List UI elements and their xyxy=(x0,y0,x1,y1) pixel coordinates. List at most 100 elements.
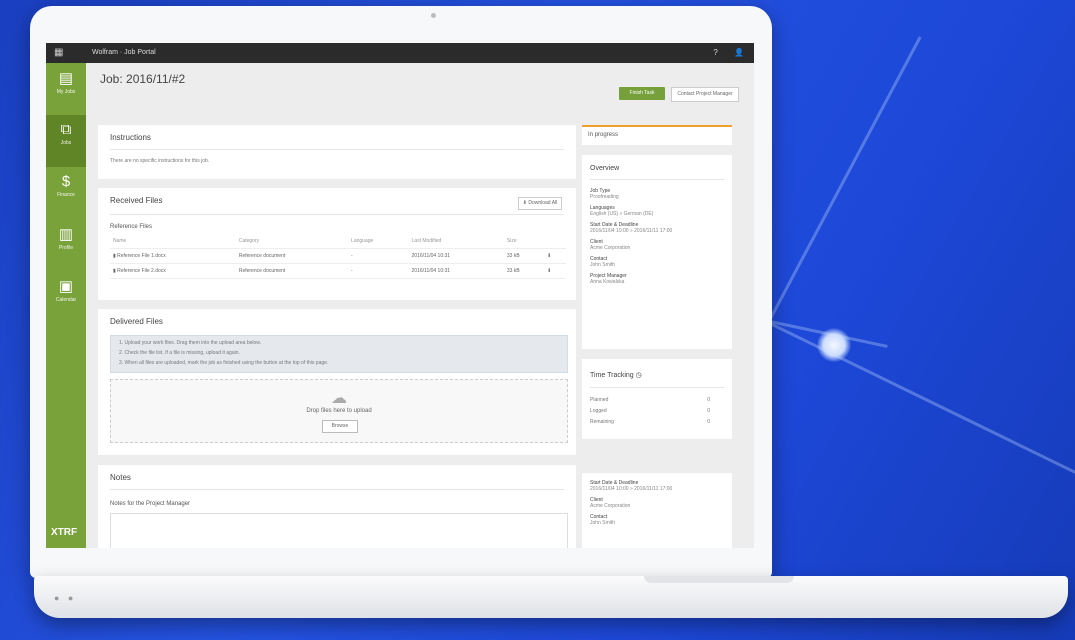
field-value: Proofreading xyxy=(590,194,619,200)
column-header: Name xyxy=(110,234,236,249)
details-card: Start Date & Deadline 2016/11/04 10:00 »… xyxy=(582,473,732,548)
file-modified: 2016/11/04 10:31 xyxy=(408,248,504,264)
table-header: Name Category Language Last Modified Siz… xyxy=(110,234,566,249)
sidebar-item-label: Calendar xyxy=(55,297,77,303)
finish-task-button[interactable]: Finish Task xyxy=(619,87,665,100)
cloud-upload-icon: ☁ xyxy=(331,390,347,407)
column-header: Size xyxy=(503,234,545,249)
field-value: Acme Corporation xyxy=(590,503,631,509)
divider xyxy=(590,179,724,180)
sidebar-item-finance[interactable]: $ Finance xyxy=(46,167,86,219)
app-title: Wolfram · Job Portal xyxy=(92,49,156,56)
laptop-lid: ▦ Wolfram · Job Portal ? 👤 ▤ My Jobs ⧉ J… xyxy=(30,6,772,578)
top-bar: ▦ Wolfram · Job Portal ? 👤 xyxy=(46,43,754,63)
field-value: Acme Corporation xyxy=(590,245,631,251)
file-name-link[interactable]: ▮ Reference File 1.docx xyxy=(110,248,236,264)
webcam xyxy=(431,13,436,18)
file-language: - xyxy=(348,263,409,279)
instruction-line: 2. Check the file list. If a file is mis… xyxy=(119,350,240,356)
divider xyxy=(110,149,564,150)
user-icon[interactable]: 👤 xyxy=(734,48,744,57)
dollar-icon: $ xyxy=(61,173,71,190)
table-row: ▮ Reference File 1.docx Reference docume… xyxy=(110,248,566,264)
tracking-value: 0 xyxy=(707,419,710,425)
sidebar-item-my-jobs[interactable]: ▤ My Jobs xyxy=(46,63,86,115)
time-tracking-title-text: Time Tracking xyxy=(590,372,634,379)
tracking-row: Logged 0 xyxy=(590,408,724,414)
upload-instructions: 1. Upload your work files. Drag them int… xyxy=(110,335,568,373)
sidebar: ▤ My Jobs ⧉ Jobs $ Finance ▥ Profile ▣ C… xyxy=(46,63,86,548)
column-header: Last Modified xyxy=(408,234,504,249)
column-header: Language xyxy=(348,234,409,249)
light-beam xyxy=(769,322,1075,474)
sidebar-item-label: Jobs xyxy=(60,140,72,146)
main-content: Job: 2016/11/#2 Finish Task Contact Proj… xyxy=(86,63,754,548)
app-grid-icon[interactable]: ▦ xyxy=(54,47,63,58)
status-text: In progress xyxy=(588,132,619,138)
tracking-row: Remaining 0 xyxy=(590,419,724,425)
reference-files-label: Reference Files xyxy=(110,224,153,230)
divider xyxy=(110,214,564,215)
copy-icon: ⧉ xyxy=(60,121,72,138)
sidebar-item-label: My Jobs xyxy=(56,89,76,95)
sidebar-item-calendar[interactable]: ▣ Calendar xyxy=(46,271,86,323)
download-all-button[interactable]: ⬇ Download All xyxy=(518,197,562,210)
document-icon: ▤ xyxy=(58,70,74,87)
field-value: John Smith xyxy=(590,262,616,268)
sidebar-item-label: Finance xyxy=(57,192,75,198)
file-size: 33 kB xyxy=(503,248,545,264)
light-glow xyxy=(817,328,851,362)
instruction-line: 3. When all files are uploaded, mark the… xyxy=(119,360,329,366)
download-icon[interactable]: ⬇ xyxy=(544,248,566,264)
field-value: English (US) » German (DE) xyxy=(590,211,654,217)
tracking-value: 0 xyxy=(707,397,710,403)
download-icon[interactable]: ⬇ xyxy=(544,263,566,279)
file-name: Reference File 2.docx xyxy=(117,268,166,274)
tracking-label: Remaining xyxy=(590,419,614,425)
overview-title: Overview xyxy=(590,165,620,172)
clock-icon: ◷ xyxy=(635,372,642,379)
sidebar-item-profile[interactable]: ▥ Profile xyxy=(46,219,86,271)
file-modified: 2016/11/04 10:31 xyxy=(408,263,504,279)
divider xyxy=(590,387,724,388)
drop-text: Drop files here to upload xyxy=(306,408,372,414)
sidebar-item-label: Profile xyxy=(58,245,74,251)
delivered-files-title: Delivered Files xyxy=(110,317,163,326)
notes-card: Notes Notes for the Project Manager xyxy=(98,465,576,548)
profile-icon: ▥ xyxy=(58,226,74,243)
file-category: Reference document xyxy=(235,263,349,279)
field-value: 2016/11/04 10:00 » 2016/11/11 17:00 xyxy=(590,486,673,492)
laptop-notch xyxy=(644,576,794,583)
tracking-value: 0 xyxy=(707,408,710,414)
browse-button[interactable]: Browse xyxy=(322,420,358,433)
status-badge: In progress xyxy=(582,125,732,145)
file-name-link[interactable]: ▮ Reference File 2.docx xyxy=(110,263,236,279)
received-files-title: Received Files xyxy=(110,196,163,205)
column-header xyxy=(544,234,566,249)
delivered-files-card: Delivered Files 1. Upload your work file… xyxy=(98,309,576,455)
contact-pm-button[interactable]: Contact Project Manager xyxy=(671,87,739,102)
table-row: ▮ Reference File 2.docx Reference docume… xyxy=(110,263,566,279)
field-value: John Smith xyxy=(590,520,616,526)
calendar-icon: ▣ xyxy=(58,278,74,295)
file-drop-zone[interactable]: ☁ Drop files here to upload Browse xyxy=(110,379,568,443)
details-fields: Start Date & Deadline 2016/11/04 10:00 »… xyxy=(590,475,724,526)
laptop-base: ● ● xyxy=(34,576,1068,618)
received-files-card: Received Files ⬇ Download All Reference … xyxy=(98,188,576,300)
laptop-ports: ● ● xyxy=(54,593,77,603)
logo: XTRF xyxy=(51,527,78,538)
instructions-card: Instructions There are no specific instr… xyxy=(98,125,576,179)
overview-fields: Job Type Proofreading Languages English … xyxy=(590,183,724,285)
light-beam xyxy=(768,36,922,321)
page-title: Job: 2016/11/#2 xyxy=(100,72,186,86)
instructions-text: There are no specific instructions for t… xyxy=(110,158,210,164)
received-files-table: Name Category Language Last Modified Siz… xyxy=(110,234,566,279)
tracking-label: Planned xyxy=(590,397,609,403)
instructions-title: Instructions xyxy=(110,133,151,142)
sidebar-item-jobs[interactable]: ⧉ Jobs xyxy=(46,115,86,167)
file-language: - xyxy=(348,248,409,264)
instruction-line: 1. Upload your work files. Drag them int… xyxy=(119,340,262,346)
help-icon[interactable]: ? xyxy=(713,48,717,57)
notes-textarea[interactable] xyxy=(110,513,568,548)
notes-title: Notes xyxy=(110,473,131,482)
